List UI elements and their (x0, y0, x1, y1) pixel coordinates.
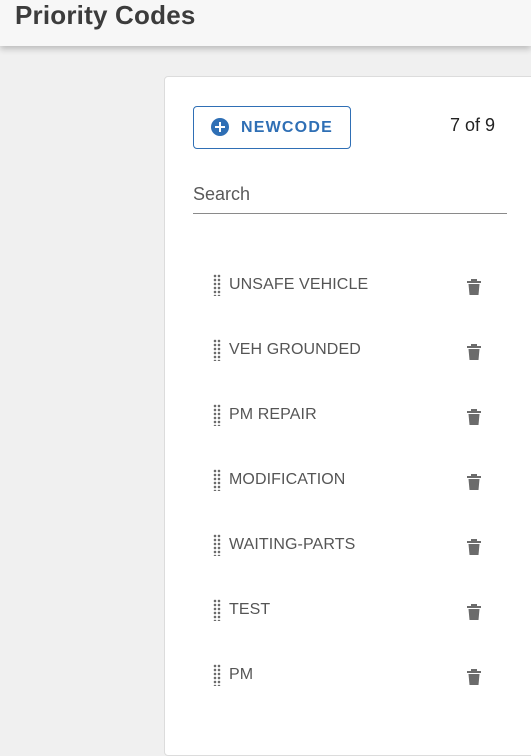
trash-icon[interactable] (467, 474, 481, 490)
drag-handle-icon[interactable] (213, 534, 221, 556)
list-item[interactable]: WAITING-PARTS (205, 512, 505, 577)
app-header: Priority Codes (0, 0, 531, 46)
drag-handle-icon[interactable] (213, 339, 221, 361)
trash-icon[interactable] (467, 409, 481, 425)
trash-icon[interactable] (467, 539, 481, 555)
priority-codes-card: NEWCODE 7 of 9 UNSAFE VEHICLE VEH GROUND… (164, 76, 531, 756)
trash-icon[interactable] (467, 669, 481, 685)
code-label: WAITING-PARTS (229, 536, 356, 553)
code-label: VEH GROUNDED (229, 341, 361, 358)
add-circle-icon (211, 118, 229, 136)
list-item[interactable]: VEH GROUNDED (205, 317, 505, 382)
list-item[interactable]: PM REPAIR (205, 382, 505, 447)
code-label: UNSAFE VEHICLE (229, 276, 369, 293)
code-label: TEST (229, 601, 271, 618)
search-input[interactable] (193, 181, 507, 207)
search-field (193, 181, 507, 214)
page-title: Priority Codes (15, 0, 196, 30)
code-label: PM (229, 666, 254, 683)
new-code-label: NEWCODE (241, 119, 333, 136)
drag-handle-icon[interactable] (213, 664, 221, 686)
trash-icon[interactable] (467, 604, 481, 620)
record-count: 7 of 9 (450, 115, 496, 135)
list-item[interactable]: PM (205, 642, 505, 707)
trash-icon[interactable] (467, 344, 481, 360)
drag-handle-icon[interactable] (213, 404, 221, 426)
drag-handle-icon[interactable] (213, 469, 221, 491)
list-item[interactable]: UNSAFE VEHICLE (205, 252, 505, 317)
priority-code-list: UNSAFE VEHICLE VEH GROUNDED PM REPAIR MO… (205, 252, 505, 707)
new-code-button[interactable]: NEWCODE (193, 106, 351, 149)
list-item[interactable]: MODIFICATION (205, 447, 505, 512)
code-label: MODIFICATION (229, 471, 346, 488)
trash-icon[interactable] (467, 279, 481, 295)
code-label: PM REPAIR (229, 406, 317, 423)
drag-handle-icon[interactable] (213, 274, 221, 296)
drag-handle-icon[interactable] (213, 599, 221, 621)
list-item[interactable]: TEST (205, 577, 505, 642)
